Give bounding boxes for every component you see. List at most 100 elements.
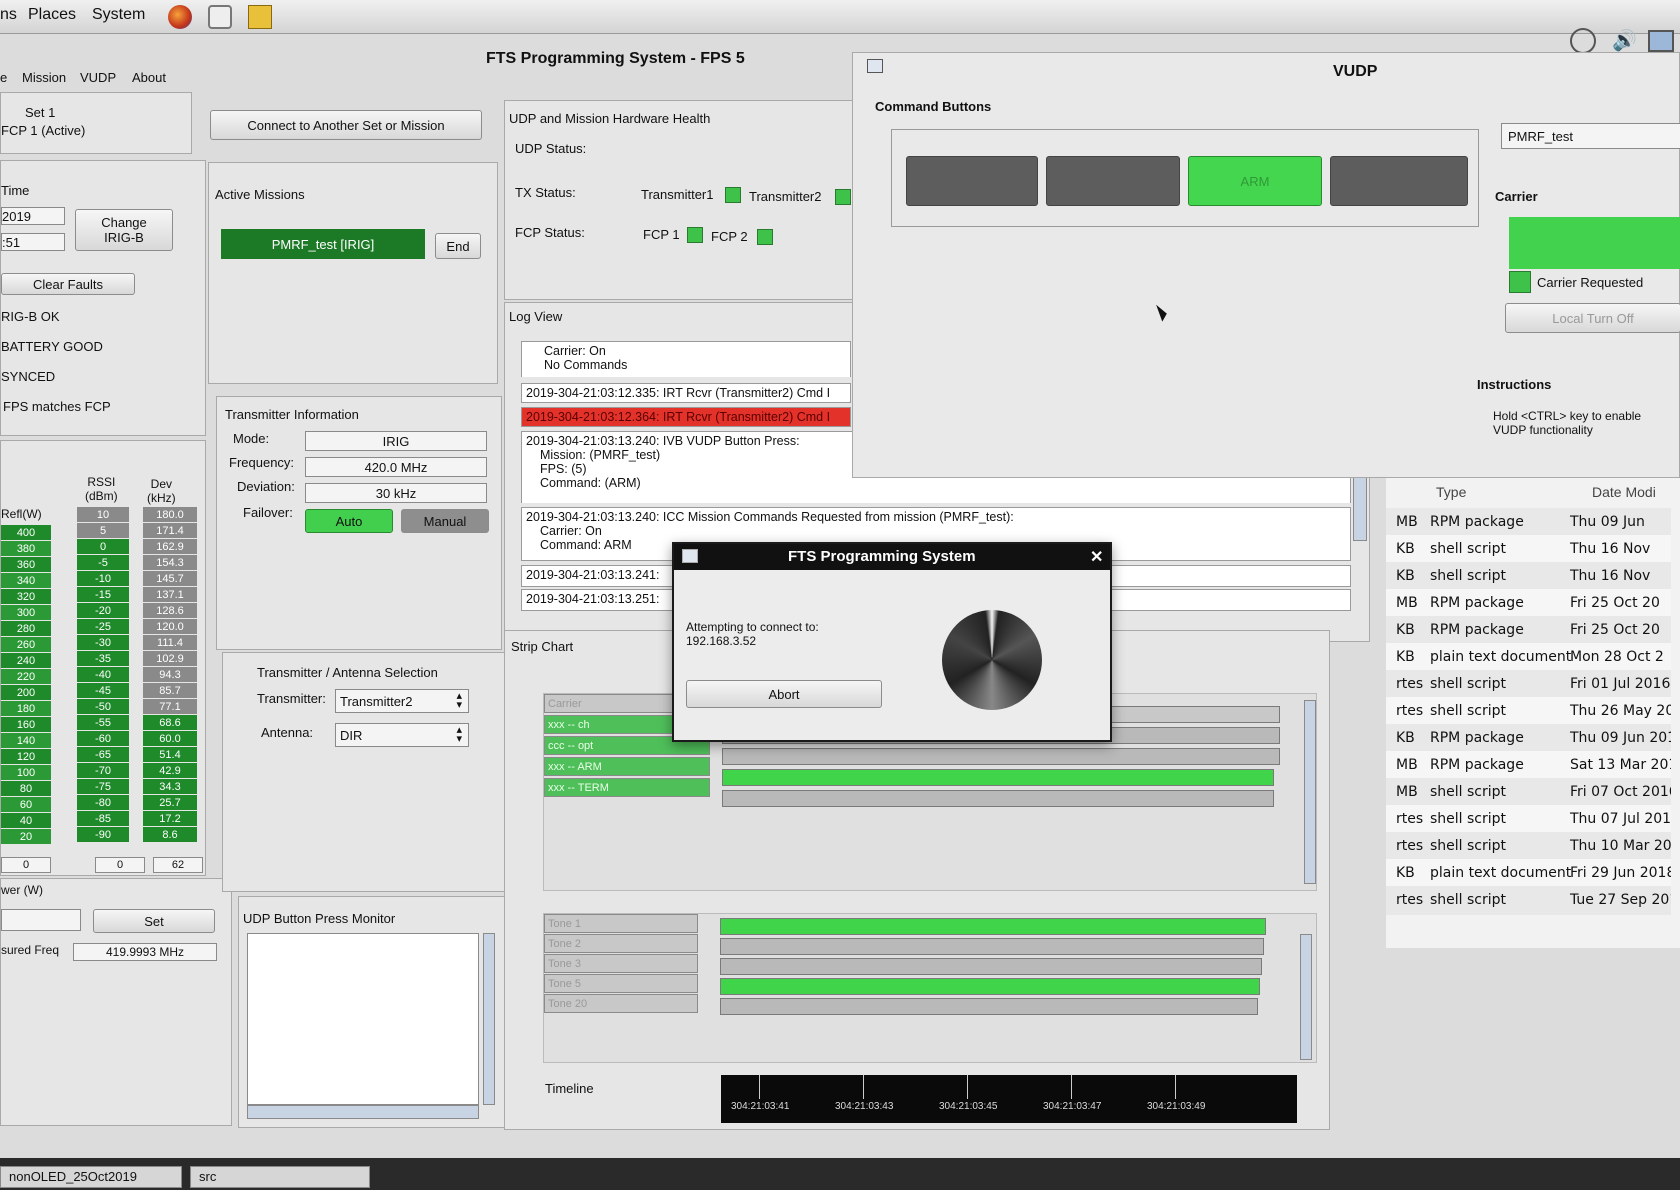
udp-monitor-scrollbar[interactable] bbox=[483, 933, 495, 1105]
display-icon[interactable] bbox=[1648, 30, 1674, 52]
tx2-label: Transmitter2 bbox=[749, 189, 822, 204]
tone-bar bbox=[720, 998, 1258, 1015]
power-label: wer (W) bbox=[1, 883, 43, 897]
failover-manual-button[interactable]: Manual bbox=[401, 509, 489, 533]
file-row[interactable]: MB shell script Fri 07 Oct 2016 bbox=[1386, 778, 1671, 807]
menu-mission[interactable]: Mission bbox=[22, 70, 66, 85]
menu-vudp[interactable]: VUDP bbox=[80, 70, 116, 85]
file-col-date[interactable]: Date Modi bbox=[1592, 484, 1656, 500]
file-row[interactable]: rtes shell script Thu 10 Mar 2016 bbox=[1386, 832, 1671, 861]
file-list: Type Date Modi MB RPM package Thu 09 Jun KB… bbox=[1386, 478, 1680, 948]
timeline-tick-label: 304:21:03:47 bbox=[1043, 1101, 1102, 1112]
window-menu-icon[interactable] bbox=[867, 59, 883, 73]
file-row[interactable]: KB shell script Thu 16 Nov bbox=[1386, 535, 1671, 564]
change-irig-button[interactable]: Change IRIG-B bbox=[75, 209, 173, 251]
dev-cell: 120.0 bbox=[143, 619, 197, 634]
antenna-select[interactable]: DIR ▴ ▾ bbox=[335, 723, 469, 747]
rssi-cell: -85 bbox=[77, 811, 129, 826]
rssi-cell: -35 bbox=[77, 651, 129, 666]
active-mission-item[interactable]: PMRF_test [IRIG] bbox=[221, 229, 425, 259]
file-row[interactable]: KB RPM package Fri 25 Oct 20 bbox=[1386, 616, 1671, 645]
close-icon[interactable]: ✕ bbox=[1090, 547, 1103, 567]
file-size: KB bbox=[1396, 865, 1415, 881]
timeline-tick-label: 304:21:03:45 bbox=[939, 1101, 998, 1112]
time-seconds-field[interactable]: :51 bbox=[1, 233, 65, 251]
file-size: rtes bbox=[1396, 676, 1424, 692]
connect-button[interactable]: Connect to Another Set or Mission bbox=[210, 110, 482, 140]
instructions-text: Hold <CTRL> key to enable VUDP functiona… bbox=[1493, 409, 1642, 437]
file-row[interactable]: MB RPM package Fri 25 Oct 20 bbox=[1386, 589, 1671, 618]
file-date: Fri 29 Jun 2018 0 bbox=[1570, 865, 1671, 881]
file-row[interactable]: KB shell script Thu 16 Nov bbox=[1386, 562, 1671, 591]
menu-places[interactable]: Places bbox=[28, 6, 76, 24]
udp-monitor-hscrollbar[interactable] bbox=[247, 1105, 479, 1119]
file-row[interactable]: MB RPM package Thu 09 Jun bbox=[1386, 508, 1671, 537]
dialog-message: Attempting to connect to: 192.168.3.52 bbox=[686, 620, 819, 648]
taskbar-item[interactable]: nonOLED_25Oct2019 bbox=[0, 1166, 182, 1188]
power-input[interactable] bbox=[1, 909, 81, 931]
firefox-icon[interactable] bbox=[168, 5, 192, 29]
network-icon[interactable] bbox=[208, 5, 232, 29]
time-year-field[interactable]: 2019 bbox=[1, 207, 65, 225]
dev-readout: 62 bbox=[153, 857, 203, 873]
command-button-1[interactable] bbox=[906, 156, 1038, 206]
end-mission-button[interactable]: End bbox=[435, 233, 481, 259]
local-turn-off-button[interactable]: Local Turn Off bbox=[1505, 303, 1680, 333]
carrier-requested-indicator bbox=[1509, 271, 1531, 293]
menu-apps[interactable]: ns bbox=[0, 6, 17, 24]
antenna-select-label: Antenna: bbox=[261, 725, 314, 740]
dev-cell: 162.9 bbox=[143, 539, 197, 554]
tx1-label: Transmitter1 bbox=[641, 187, 714, 202]
udp-status-label: UDP Status: bbox=[515, 141, 587, 156]
transmitter-select[interactable]: Transmitter2 ▴ ▾ bbox=[335, 689, 469, 713]
volume-icon[interactable]: 🔊 bbox=[1612, 30, 1637, 52]
fcp2-indicator bbox=[757, 229, 773, 245]
rssi-cell: -25 bbox=[77, 619, 129, 634]
command-button-2[interactable] bbox=[1046, 156, 1180, 206]
file-type: shell script bbox=[1430, 892, 1507, 908]
abort-button[interactable]: Abort bbox=[686, 680, 882, 708]
refl-cell: 60 bbox=[1, 797, 51, 812]
set-info-panel: Set 1 FCP 1 (Active) bbox=[0, 92, 192, 154]
tx2-indicator bbox=[835, 189, 851, 205]
deviation-value: 30 kHz bbox=[305, 483, 487, 503]
file-row[interactable]: rtes shell script Thu 26 May 20 bbox=[1386, 697, 1671, 726]
rssi-panel: RSSI (dBm) Dev (kHz) Refl(W) 400 380 360 34… bbox=[0, 440, 206, 876]
strip-bar bbox=[722, 769, 1274, 786]
file-row[interactable]: MB RPM package Sat 13 Mar 201 bbox=[1386, 751, 1671, 780]
arm-button[interactable]: ARM bbox=[1188, 156, 1322, 206]
failover-auto-button[interactable]: Auto bbox=[305, 509, 393, 533]
dialog-title: FTS Programming System bbox=[788, 548, 976, 565]
menu-system[interactable]: System bbox=[92, 6, 145, 24]
file-row[interactable]: rtes shell script Thu 07 Jul 2016 bbox=[1386, 805, 1671, 834]
dev-cell: 154.3 bbox=[143, 555, 197, 570]
text-editor-icon[interactable] bbox=[248, 5, 272, 29]
file-row[interactable]: KB plain text documentFri 29 Jun 2018 0 bbox=[1386, 859, 1671, 888]
command-buttons-title: Command Buttons bbox=[875, 99, 992, 114]
file-row[interactable]: KB RPM package Thu 09 Jun 201 bbox=[1386, 724, 1671, 753]
file-row[interactable]: KB plain text document Mon 28 Oct 2 bbox=[1386, 643, 1671, 672]
vudp-window: VUDP Command Buttons ARM PMRF_test Carri… bbox=[852, 52, 1680, 478]
dialog-menu-icon[interactable] bbox=[682, 549, 698, 563]
clear-faults-button[interactable]: Clear Faults bbox=[1, 273, 135, 295]
menu-file[interactable]: e bbox=[0, 70, 7, 85]
command-strip-scrollbar[interactable] bbox=[1304, 700, 1316, 884]
taskbar-item[interactable]: src bbox=[190, 1166, 370, 1188]
file-col-type[interactable]: Type bbox=[1436, 484, 1466, 500]
command-button-4[interactable] bbox=[1330, 156, 1468, 206]
active-missions-title: Active Missions bbox=[215, 187, 305, 202]
tone-strip-scrollbar[interactable] bbox=[1300, 934, 1312, 1060]
mission-name-field[interactable]: PMRF_test bbox=[1501, 123, 1680, 149]
file-type: shell script bbox=[1430, 541, 1507, 557]
rssi-cell: 10 bbox=[77, 507, 129, 522]
dev-cell: 102.9 bbox=[143, 651, 197, 666]
file-row[interactable]: rtes shell script Tue 27 Sep 2016 bbox=[1386, 886, 1671, 915]
file-row[interactable]: rtes shell script Fri 01 Jul 2016 bbox=[1386, 670, 1671, 699]
menu-about[interactable]: About bbox=[132, 70, 166, 85]
mouse-cursor-icon bbox=[1156, 302, 1169, 322]
udp-monitor-list[interactable] bbox=[247, 933, 479, 1105]
dev-cell: 42.9 bbox=[143, 763, 197, 778]
power-icon[interactable] bbox=[1570, 28, 1596, 54]
set-power-button[interactable]: Set bbox=[93, 909, 215, 933]
file-date: Fri 25 Oct 20 bbox=[1570, 622, 1660, 638]
